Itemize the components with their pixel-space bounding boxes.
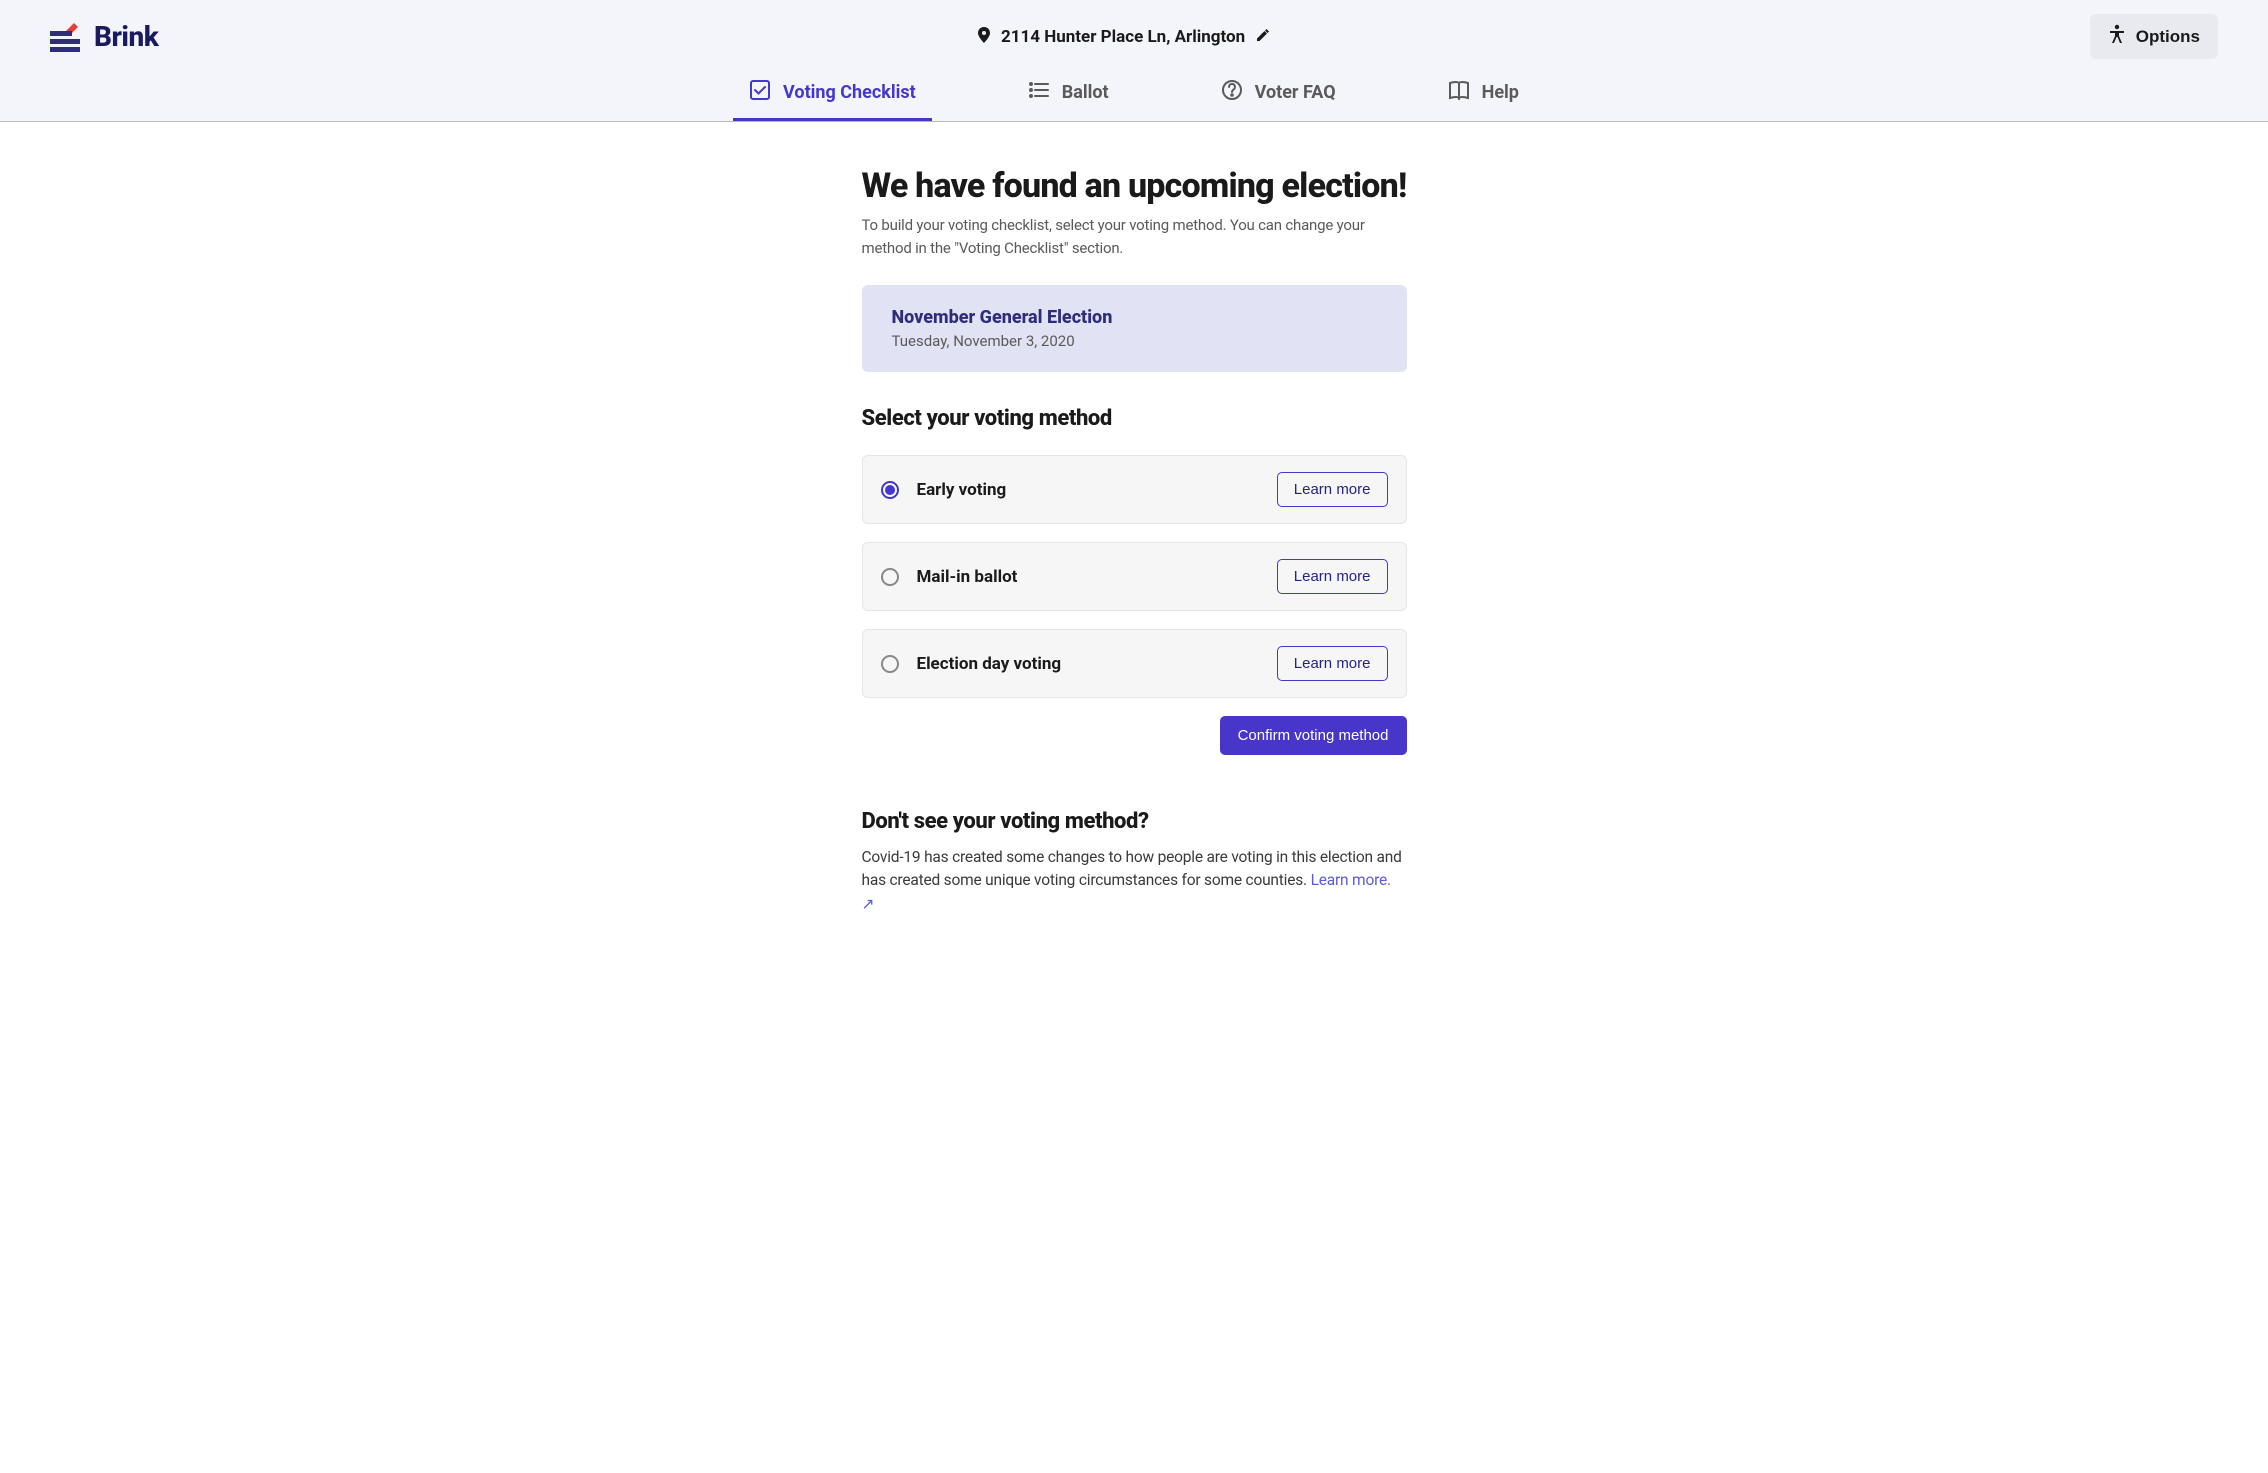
election-card: November General Election Tuesday, Novem… (862, 285, 1407, 372)
method-left: Early voting (881, 480, 1007, 500)
help-circle-icon (1221, 79, 1243, 106)
book-icon (1448, 79, 1470, 106)
page-subtitle: To build your voting checklist, select y… (862, 214, 1407, 259)
tab-ballot[interactable]: Ballot (1012, 67, 1125, 121)
method-left: Election day voting (881, 654, 1062, 674)
radio-unselected-icon (881, 655, 899, 673)
tab-label: Voting Checklist (783, 82, 916, 103)
accessibility-icon (2108, 24, 2126, 49)
header: Brink 2114 Hunter Place Ln, Arlington (0, 0, 2268, 122)
logo[interactable]: Brink (50, 20, 158, 53)
options-button[interactable]: Options (2090, 14, 2218, 59)
learn-more-button[interactable]: Learn more (1277, 646, 1388, 681)
address-text: 2114 Hunter Place Ln, Arlington (1001, 27, 1245, 47)
tab-label: Help (1482, 82, 1519, 103)
radio-selected-icon (881, 481, 899, 499)
main-content: We have found an upcoming election! To b… (862, 122, 1407, 976)
method-label: Early voting (917, 480, 1007, 500)
location-pin-icon (977, 27, 991, 47)
method-label: Election day voting (917, 654, 1062, 674)
header-top: Brink 2114 Hunter Place Ln, Arlington (0, 0, 2268, 59)
address-bar[interactable]: 2114 Hunter Place Ln, Arlington (977, 27, 1271, 47)
method-option-election-day[interactable]: Election day voting Learn more (862, 629, 1407, 698)
footer-section: Don't see your voting method? Covid-19 h… (862, 809, 1407, 916)
radio-unselected-icon (881, 568, 899, 586)
election-date: Tuesday, November 3, 2020 (892, 332, 1377, 350)
tab-label: Ballot (1062, 82, 1109, 103)
footer-text: Covid-19 has created some changes to how… (862, 846, 1407, 916)
method-label: Mail-in ballot (917, 567, 1018, 587)
list-icon (1028, 79, 1050, 106)
method-left: Mail-in ballot (881, 567, 1018, 587)
nav-tabs: Voting Checklist Ballot (0, 67, 2268, 121)
section-title: Select your voting method (862, 406, 1407, 431)
learn-more-button[interactable]: Learn more (1277, 472, 1388, 507)
tab-voting-checklist[interactable]: Voting Checklist (733, 67, 932, 121)
tab-voter-faq[interactable]: Voter FAQ (1205, 67, 1352, 121)
tab-help[interactable]: Help (1432, 67, 1535, 121)
method-option-early-voting[interactable]: Early voting Learn more (862, 455, 1407, 524)
logo-icon (50, 21, 86, 53)
footer-title: Don't see your voting method? (862, 809, 1407, 834)
checkbox-icon (749, 79, 771, 106)
learn-more-button[interactable]: Learn more (1277, 559, 1388, 594)
options-label: Options (2136, 27, 2200, 47)
election-name: November General Election (892, 307, 1377, 328)
tab-label: Voter FAQ (1255, 82, 1336, 103)
edit-icon (1255, 27, 1271, 47)
logo-text: Brink (94, 20, 158, 53)
confirm-button[interactable]: Confirm voting method (1220, 716, 1407, 755)
page-title: We have found an upcoming election! (862, 166, 1407, 206)
method-option-mail-in-ballot[interactable]: Mail-in ballot Learn more (862, 542, 1407, 611)
